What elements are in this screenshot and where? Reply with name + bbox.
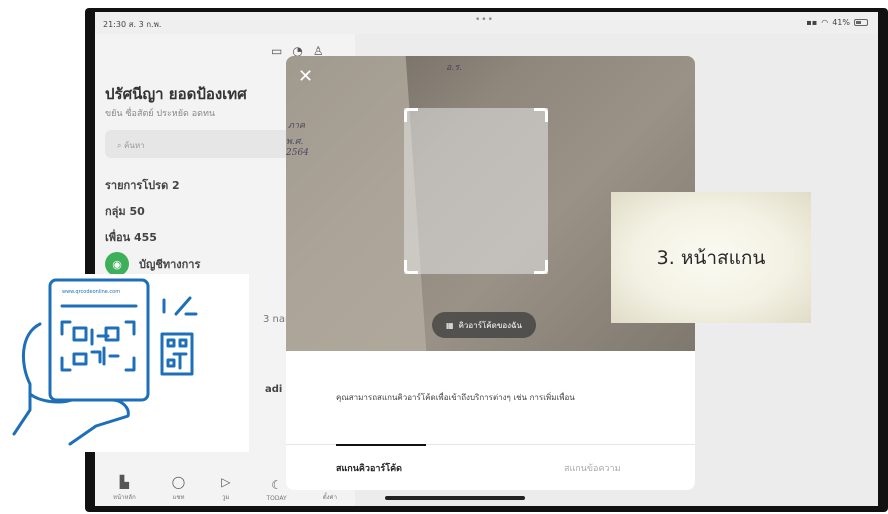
- official-accounts-row[interactable]: ◉ บัญชีทางการ: [105, 252, 200, 276]
- handwriting-text: อ.ร.: [446, 63, 462, 73]
- groups-row[interactable]: กลุ่ม 50: [105, 202, 145, 220]
- home-icon: ▙: [119, 475, 129, 489]
- today-icon: ☾: [271, 478, 282, 492]
- handwriting-text: พ.ศ.: [286, 137, 304, 147]
- scan-target-frame: [404, 108, 548, 274]
- favorites-row[interactable]: รายการโปรด 2: [105, 176, 180, 194]
- battery-percent: 41%: [832, 18, 850, 27]
- nav-today-label: TODAY: [266, 495, 287, 502]
- friends-row[interactable]: เพื่อน 455: [105, 228, 157, 246]
- official-accounts-label: บัญชีทางการ: [139, 258, 201, 271]
- qr-phone-hand-icon: [12, 278, 198, 446]
- signal-icon: ▪▪: [806, 18, 818, 27]
- qr-icon: ▦: [446, 320, 454, 330]
- frame-corner: [404, 108, 418, 122]
- status-bar: 21:30 ส. 3 ก.พ. ••• ▪▪ ◠ 41%: [95, 12, 878, 34]
- shield-icon: ◉: [105, 252, 129, 276]
- search-icon: ⌕: [117, 141, 125, 150]
- nav-home-label: หน้าหลัก: [113, 494, 136, 501]
- caption-text: 3. หน้าสแกน: [656, 246, 766, 269]
- my-qr-code-button[interactable]: ▦ คิวอาร์โค้ดของฉัน: [432, 312, 536, 338]
- qr-in-hand-illustration: www.qrcodeonline.com: [0, 274, 249, 452]
- status-indicators: ▪▪ ◠ 41%: [806, 18, 868, 27]
- nav-voom-label: วูม: [222, 494, 230, 501]
- scanner-tabs: สแกนคิวอาร์โค้ด สแกนข้อความ: [286, 444, 695, 490]
- list-item-peek: adi: [265, 384, 283, 395]
- voom-icon: ▷: [221, 475, 231, 489]
- wifi-icon: ◠: [821, 18, 829, 27]
- nav-voom[interactable]: ▷ วูม: [221, 475, 230, 502]
- active-tab-indicator: [336, 444, 426, 446]
- chat-icon: ◯: [171, 475, 186, 489]
- tab-scan-text[interactable]: สแกนข้อความ: [564, 461, 621, 475]
- frame-corner: [404, 260, 418, 274]
- search-placeholder: ค้นหา: [124, 141, 145, 150]
- handwriting-text: ภาค: [288, 121, 306, 131]
- scanner-description: คุณสามารถสแกนคิวอาร์โค้ดเพื่อเข้าถึงบริก…: [336, 393, 575, 402]
- nav-chat-label: แชท: [172, 494, 185, 501]
- nav-today[interactable]: ☾ TODAY: [266, 478, 286, 502]
- nav-settings-label: ตั้งค่า: [322, 494, 337, 501]
- tab-scan-qr[interactable]: สแกนคิวอาร์โค้ด: [336, 461, 402, 475]
- profile-name[interactable]: ปรัศนีญา ยอดป้องเทศ: [105, 82, 247, 106]
- close-icon[interactable]: ✕: [298, 66, 313, 87]
- bookmark-icon[interactable]: ▭: [271, 44, 282, 58]
- multitask-dots[interactable]: •••: [475, 15, 494, 25]
- frame-corner: [534, 108, 548, 122]
- caption-card: 3. หน้าสแกน: [611, 192, 811, 323]
- nav-home[interactable]: ▙ หน้าหลัก: [113, 475, 136, 502]
- slide-stage: 21:30 ส. 3 ก.พ. ••• ▪▪ ◠ 41% ▭ ◔ ♙ ปรัศน…: [0, 0, 888, 514]
- frame-corner: [534, 260, 548, 274]
- handwriting-text: 2564: [286, 148, 309, 158]
- profile-status: ขยัน ซื่อสัตย์ ประหยัด อดทน: [105, 109, 216, 119]
- status-time: 21:30 ส. 3 ก.พ.: [103, 20, 162, 29]
- my-qr-code-label: คิวอาร์โค้ดของฉัน: [458, 320, 522, 330]
- illustration-url-text: www.qrcodeonline.com: [62, 289, 121, 295]
- battery-icon: [854, 19, 868, 26]
- home-indicator: [385, 496, 525, 500]
- nav-chat[interactable]: ◯ แชท: [172, 475, 185, 502]
